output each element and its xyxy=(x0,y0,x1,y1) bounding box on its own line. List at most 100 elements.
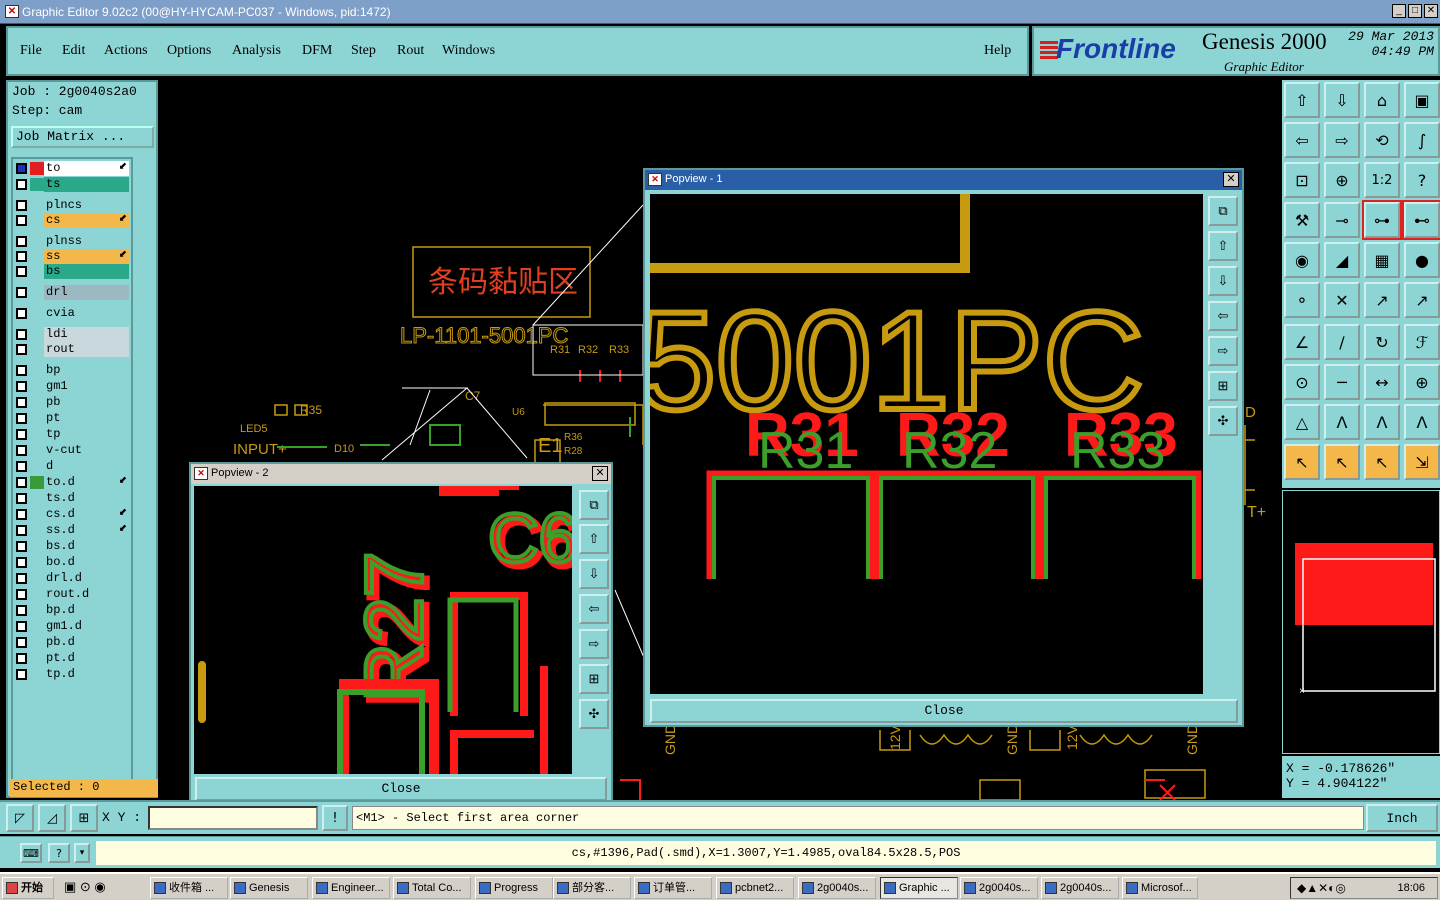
layer-color-swatch[interactable] xyxy=(30,588,44,601)
snap-icon[interactable]: ◸ xyxy=(6,804,34,832)
layer-row-ss[interactable]: ss ⬋ xyxy=(13,249,133,264)
layer-row-cvia[interactable]: cvia xyxy=(13,306,133,321)
dropdown-icon[interactable]: ▾ xyxy=(74,843,90,863)
layer-color-swatch[interactable] xyxy=(30,250,44,263)
layer-color-swatch[interactable] xyxy=(30,307,44,320)
layer-color-swatch[interactable] xyxy=(30,214,44,227)
tool-icon-34[interactable]: Λ xyxy=(1324,404,1360,440)
maximize-button[interactable]: □ xyxy=(1408,4,1422,18)
layer-name[interactable]: tp.d xyxy=(44,667,129,682)
popview-1-fit-button[interactable]: ⊞ xyxy=(1208,371,1238,401)
layer-checkbox[interactable] xyxy=(16,669,27,680)
layer-row-bp[interactable]: bp xyxy=(13,363,133,378)
layer-row-plncs[interactable]: plncs xyxy=(13,198,133,213)
tool-icon-2[interactable]: ⇩ xyxy=(1324,82,1360,118)
layer-row-d[interactable]: d xyxy=(13,459,133,474)
layer-row-pb[interactable]: pb xyxy=(13,395,133,410)
tool-icon-31[interactable]: ↔ xyxy=(1364,364,1400,400)
layer-row-gm1-d[interactable]: gm1.d xyxy=(13,619,133,634)
tool-icon-3[interactable]: ⌂ xyxy=(1364,82,1400,118)
tool-icon-25[interactable]: ∠ xyxy=(1284,324,1320,360)
popview-1-canvas[interactable]: 5001PC R31 R32 R33 R31 R32 R33 xyxy=(650,194,1203,694)
layer-checkbox[interactable] xyxy=(16,445,27,456)
tool-icon-7[interactable]: ⟲ xyxy=(1364,122,1400,158)
layer-name[interactable]: ss xyxy=(44,249,129,264)
popview-2-pan-up-button[interactable]: ⇧ xyxy=(579,524,609,554)
tool-icon-32[interactable]: ⊕ xyxy=(1404,364,1440,400)
taskbar-item-5[interactable]: Progress xyxy=(475,877,553,899)
layer-color-swatch[interactable] xyxy=(30,572,44,585)
tool-icon-23[interactable]: ↗ xyxy=(1364,282,1400,318)
layer-color-swatch[interactable] xyxy=(30,265,44,278)
layer-name[interactable]: bs xyxy=(44,264,129,279)
layer-color-swatch[interactable] xyxy=(30,380,44,393)
layer-checkbox[interactable] xyxy=(16,573,27,584)
help-icon[interactable]: ? xyxy=(48,843,70,863)
layer-name[interactable]: bp xyxy=(44,363,129,378)
layer-row-tp-d[interactable]: tp.d xyxy=(13,667,133,682)
popview-1-pan-down-button[interactable]: ⇩ xyxy=(1208,266,1238,296)
layer-name[interactable]: rout.d xyxy=(44,587,129,602)
tool-icon-30[interactable]: ─ xyxy=(1324,364,1360,400)
layer-color-swatch[interactable] xyxy=(30,235,44,248)
grid-icon[interactable]: ⊞ xyxy=(70,804,98,832)
tool-icon-19[interactable]: ▦ xyxy=(1364,242,1400,278)
layer-checkbox[interactable] xyxy=(16,429,27,440)
layer-name[interactable]: pt xyxy=(44,411,129,426)
layer-color-swatch[interactable] xyxy=(30,508,44,521)
taskbar-item-9[interactable]: 2g0040s... xyxy=(798,877,876,899)
layer-color-swatch[interactable] xyxy=(30,396,44,409)
popview-1-zoom-button[interactable]: ⧉ xyxy=(1208,196,1238,226)
tool-icon-27[interactable]: ↻ xyxy=(1364,324,1400,360)
minimize-button[interactable]: _ xyxy=(1392,4,1406,18)
layer-row-rout-d[interactable]: rout.d xyxy=(13,587,133,602)
taskbar-item-2[interactable]: Genesis xyxy=(230,877,308,899)
tool-icon-14[interactable]: ⊸ xyxy=(1324,202,1360,238)
tool-icon-21[interactable]: ⚬ xyxy=(1284,282,1320,318)
layer-row-pt-d[interactable]: pt.d xyxy=(13,651,133,666)
layer-row-bp-d[interactable]: bp.d xyxy=(13,603,133,618)
layer-row-ldi[interactable]: ldi xyxy=(13,327,133,342)
menu-file[interactable]: File xyxy=(20,43,42,59)
popview-1-pan-left-button[interactable]: ⇦ xyxy=(1208,301,1238,331)
tool-icon-39[interactable]: ↖ xyxy=(1364,444,1400,480)
popview-1-titlebar[interactable]: ✕ Popview - 1 ✕ xyxy=(645,170,1242,190)
tool-icon-36[interactable]: Λ xyxy=(1404,404,1440,440)
job-matrix-button[interactable]: Job Matrix ... xyxy=(11,126,154,148)
taskbar-item-10[interactable]: Graphic ... xyxy=(880,877,958,899)
keyboard-icon[interactable]: ⌨ xyxy=(20,843,42,863)
popview-2-titlebar[interactable]: ✕ Popview - 2 ✕ xyxy=(191,464,611,484)
tray-icons[interactable]: ◆▲✕◐◎ xyxy=(1297,878,1346,898)
layer-checkbox[interactable] xyxy=(16,329,27,340)
layer-color-swatch[interactable] xyxy=(30,636,44,649)
layer-color-swatch[interactable] xyxy=(30,476,44,489)
tool-icon-4[interactable]: ▣ xyxy=(1404,82,1440,118)
layer-checkbox[interactable] xyxy=(16,461,27,472)
layer-checkbox[interactable] xyxy=(16,381,27,392)
layer-row-ts[interactable]: ts xyxy=(13,177,133,192)
layer-checkbox[interactable] xyxy=(16,605,27,616)
layer-name[interactable]: ts xyxy=(44,177,129,192)
layer-name[interactable]: plnss xyxy=(44,234,129,249)
layer-checkbox[interactable] xyxy=(16,653,27,664)
layer-name[interactable]: tp xyxy=(44,427,129,442)
tool-icon-18[interactable]: ◢ xyxy=(1324,242,1360,278)
popview-2-pan-down-button[interactable]: ⇩ xyxy=(579,559,609,589)
tool-icon-26[interactable]: ∕ xyxy=(1324,324,1360,360)
layer-checkbox[interactable] xyxy=(16,365,27,376)
layer-checkbox[interactable] xyxy=(16,266,27,277)
quicklaunch-icons[interactable]: ▣ ⊙ ◉ xyxy=(64,879,106,895)
layer-row-ss-d[interactable]: ss.d ⬋ xyxy=(13,523,133,538)
layer-name[interactable]: gm1 xyxy=(44,379,129,394)
layer-name[interactable]: ldi xyxy=(44,327,129,342)
layer-row-cs[interactable]: cs ⬋ xyxy=(13,213,133,228)
tool-icon-6[interactable]: ⇨ xyxy=(1324,122,1360,158)
layer-checkbox[interactable] xyxy=(16,200,27,211)
menu-step[interactable]: Step xyxy=(351,43,376,59)
layer-name[interactable]: pt.d xyxy=(44,651,129,666)
tool-icon-1[interactable]: ⇧ xyxy=(1284,82,1320,118)
layer-checkbox[interactable] xyxy=(16,413,27,424)
layer-row-tp[interactable]: tp xyxy=(13,427,133,442)
tool-icon-38[interactable]: ↖ xyxy=(1324,444,1360,480)
layer-row-drl-d[interactable]: drl.d xyxy=(13,571,133,586)
